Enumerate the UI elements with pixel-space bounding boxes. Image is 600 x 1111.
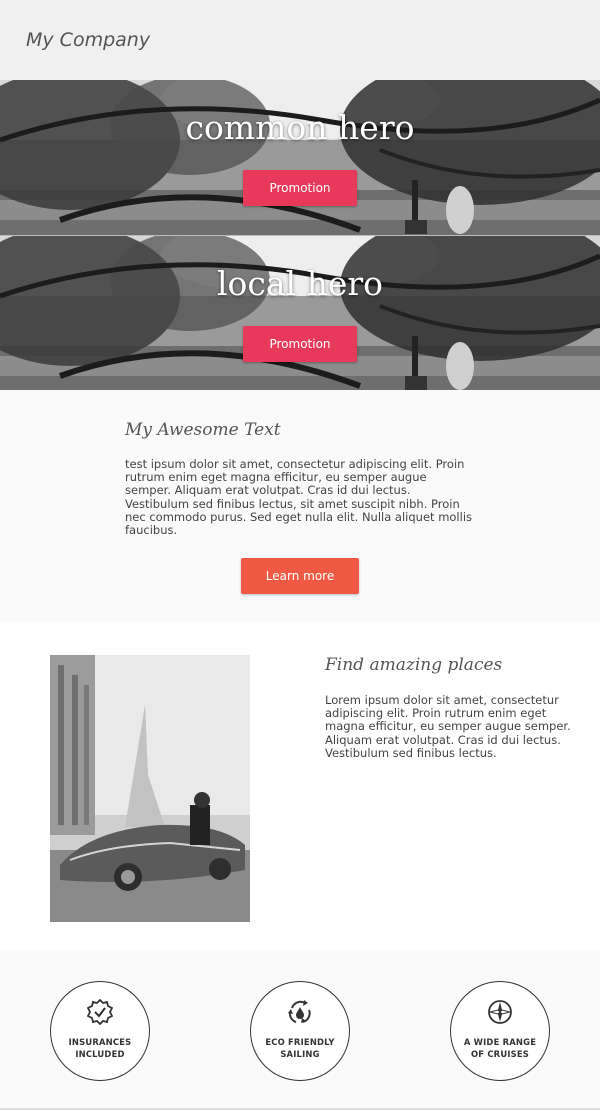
footer-divider (0, 1108, 600, 1110)
hero-local: local hero Promotion (0, 235, 600, 390)
eiffel-car-photo (50, 655, 250, 922)
feature-label-line: INSURANCES (68, 1037, 132, 1047)
text-section: My Awesome Text test ipsum dolor sit ame… (0, 390, 600, 622)
promotion-button[interactable]: Promotion (243, 170, 357, 206)
header: My Company (0, 0, 600, 80)
section-heading: Find amazing places (325, 655, 503, 675)
feature-label-line: SAILING (280, 1049, 320, 1059)
feature-label-line: ECO FRIENDLY (265, 1037, 335, 1047)
recycle-drop-icon (288, 1000, 311, 1023)
feature-eco: ECO FRIENDLY SAILING (250, 981, 350, 1081)
hero-background-image (0, 236, 600, 390)
brand-logo[interactable]: My Company (26, 29, 150, 51)
feature-label-line: OF CRUISES (470, 1049, 530, 1059)
compass-icon (488, 1000, 512, 1024)
promotion-button[interactable]: Promotion (243, 326, 357, 362)
hero-common: common hero Promotion (0, 80, 600, 235)
hero-title: common hero (185, 108, 415, 147)
feature-label-line: INCLUDED (75, 1049, 125, 1059)
features-section: INSURANCES INCLUDED ECO FRIENDLY SAILING (0, 951, 600, 1110)
learn-more-button[interactable]: Learn more (241, 558, 359, 594)
badge-check-icon (87, 999, 113, 1025)
feature-cruises: A WIDE RANGE OF CRUISES (450, 981, 550, 1081)
places-section: Find amazing places Lorem ipsum dolor si… (0, 622, 600, 951)
section-body: Lorem ipsum dolor sit amet, consectetur … (325, 693, 571, 760)
section-heading: My Awesome Text (125, 420, 281, 440)
hero-title: local hero (216, 264, 384, 303)
section-body: test ipsum dolor sit amet, consectetur a… (125, 457, 473, 538)
feature-label-line: A WIDE RANGE (463, 1037, 537, 1047)
hero-background-image (0, 80, 600, 235)
feature-insurance: INSURANCES INCLUDED (50, 981, 150, 1081)
